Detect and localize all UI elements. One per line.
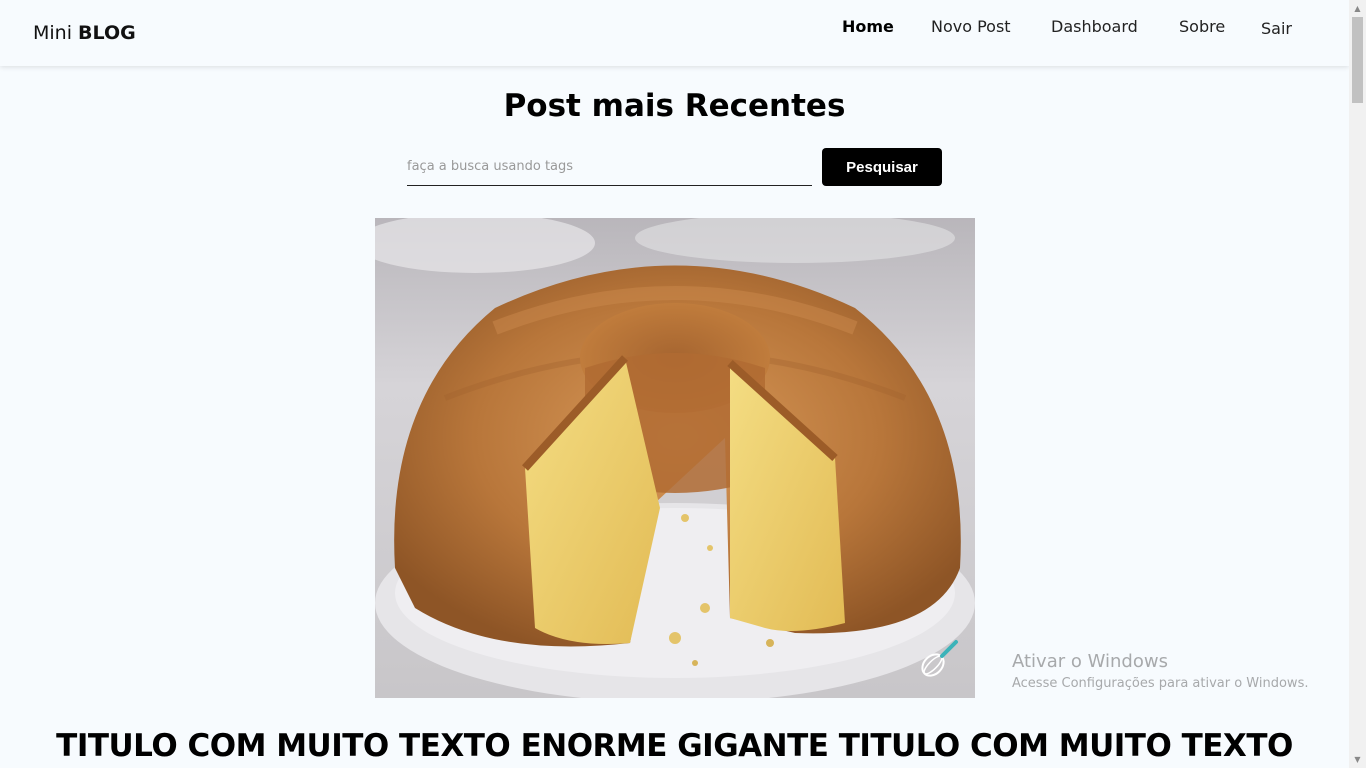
page-title: Post mais Recentes: [503, 88, 846, 124]
watermark-title: Ativar o Windows: [1012, 651, 1168, 672]
nav-novo-post[interactable]: Novo Post: [931, 17, 1011, 36]
brand-logo[interactable]: Mini BLOG: [33, 22, 136, 44]
search-input[interactable]: [407, 148, 812, 186]
navbar: Mini BLOG Home Novo Post Dashboard Sobre…: [0, 0, 1349, 66]
post-image: [375, 218, 975, 698]
whisk-icon: [921, 640, 958, 677]
brand-prefix: Mini: [33, 22, 72, 44]
nav-sobre[interactable]: Sobre: [1179, 17, 1225, 36]
cake-illustration: [375, 218, 975, 698]
nav-sair[interactable]: Sair: [1261, 19, 1292, 38]
vertical-scrollbar[interactable]: ▲ ▼: [1349, 0, 1366, 768]
search-button[interactable]: Pesquisar: [822, 148, 942, 186]
watermark-subtitle: Acesse Configurações para ativar o Windo…: [1012, 676, 1309, 691]
windows-activation-watermark: Ativar o Windows Acesse Configurações pa…: [1012, 651, 1308, 691]
nav-dashboard[interactable]: Dashboard: [1051, 17, 1138, 36]
search-form: Pesquisar: [407, 148, 942, 186]
post-title: TITULO COM MUITO TEXTO ENORME GIGANTE TI…: [56, 728, 1293, 764]
scroll-up-arrow-icon[interactable]: ▲: [1349, 0, 1366, 17]
brand-bold: BLOG: [78, 22, 136, 44]
scroll-thumb[interactable]: [1352, 17, 1363, 103]
scroll-down-arrow-icon[interactable]: ▼: [1349, 751, 1366, 768]
nav-home[interactable]: Home: [842, 17, 894, 36]
